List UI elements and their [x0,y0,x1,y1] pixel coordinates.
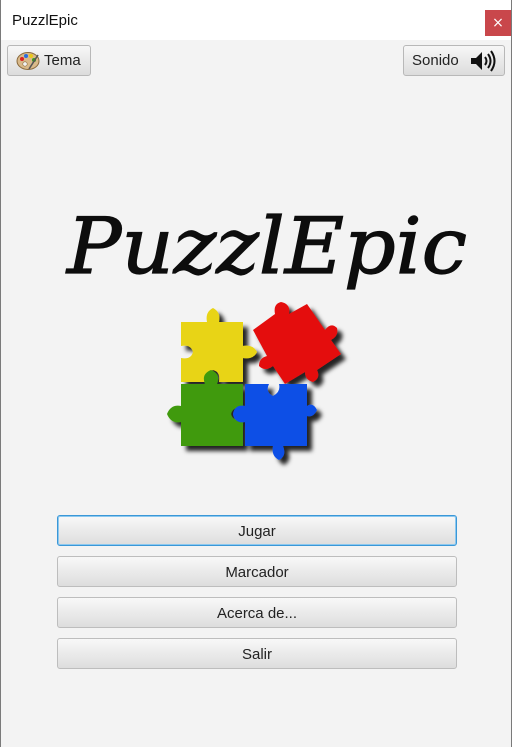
exit-button[interactable]: Salir [57,638,457,669]
scores-button[interactable]: Marcador [57,556,457,587]
logo-text: PuzzlEpic [65,202,467,292]
red-piece [253,302,341,384]
play-button[interactable]: Jugar [57,515,457,546]
window-title: PuzzlEpic [12,12,78,29]
app-window: PuzzlEpic × Tema Sonido PuzzlEpic Jugar … [0,0,512,747]
sound-label: Sonido [412,52,459,69]
close-button[interactable]: × [485,10,511,36]
theme-button[interactable]: Tema [7,45,91,76]
speaker-icon [469,49,497,72]
yellow-piece [181,308,257,382]
theme-label: Tema [44,52,81,69]
sound-button[interactable]: Sonido [403,45,505,76]
logo-title: PuzzlEpic [64,201,467,292]
palette-icon [16,51,40,71]
puzzle-pieces-logo [167,302,341,460]
blue-piece [233,384,317,460]
close-icon: × [492,14,504,31]
about-button[interactable]: Acerca de... [57,597,457,628]
title-bar[interactable]: PuzzlEpic × [1,0,511,40]
